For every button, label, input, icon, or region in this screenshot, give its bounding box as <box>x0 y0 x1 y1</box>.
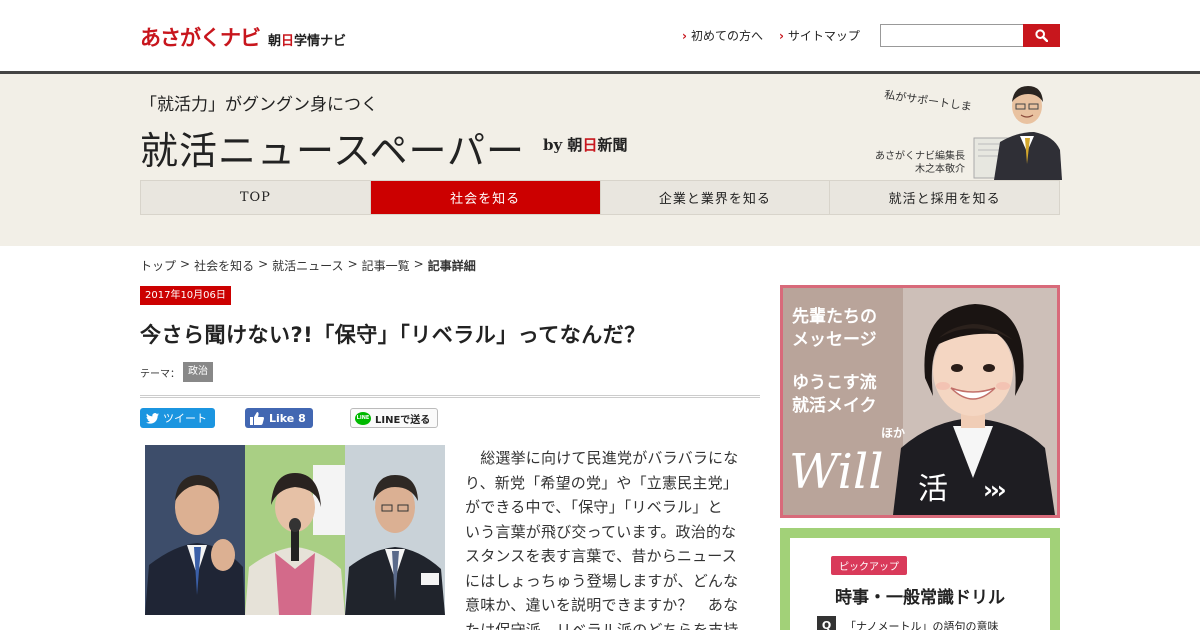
page-title[interactable]: 就活ニュースペーパー <box>140 120 525 175</box>
promo-arrows-icon: ››› <box>983 476 1007 504</box>
breadcrumb-society[interactable]: 社会を知る <box>194 257 254 274</box>
logo-main-text: あさがくナビ <box>140 26 261 50</box>
logo-sub-text: 朝日学情ナビ <box>268 34 347 49</box>
nav-job-hunting-recruiting[interactable]: 就活と採用を知る <box>830 181 1059 214</box>
link-sitemap[interactable]: › サイトマップ <box>779 27 860 44</box>
header-tagline: 「就活力」がグングン身につく <box>140 95 378 115</box>
promo-banner-will-katsu[interactable]: 先輩たちの メッセージ ゆうこす流 就活メイク ほか Will 活 ››› <box>780 285 1060 518</box>
torn-paper-edge <box>0 234 1200 244</box>
search-box <box>880 24 1060 47</box>
pickup-label: ピックアップ <box>831 556 907 575</box>
theme-tag[interactable]: 政治 <box>183 362 213 382</box>
question-mark-icon: Q <box>817 616 836 630</box>
top-bar: あさがくナビ 朝日学情ナビ › 初めての方へ › サイトマップ <box>0 0 1200 72</box>
site-logo[interactable]: あさがくナビ 朝日学情ナビ <box>140 22 346 52</box>
article-body-line: 意味か、違いを説明できますか？ あな <box>465 596 739 614</box>
promo-will-logo: Will <box>789 444 884 500</box>
promo-line-3: ゆうこす流 <box>792 373 877 393</box>
search-icon <box>1035 29 1048 42</box>
byline: by 朝日新聞 <box>543 136 628 154</box>
global-nav: TOP 社会を知る 企業と業界を知る 就活と採用を知る <box>140 180 1060 215</box>
editor-photo <box>972 80 1062 180</box>
article-body-line: にはしょっちゅう登場しますが、どんな <box>465 571 739 590</box>
utility-links: › 初めての方へ › サイトマップ <box>682 27 860 44</box>
theme-label: テーマ： <box>140 368 180 380</box>
article-divider <box>140 395 760 398</box>
search-button[interactable] <box>1023 24 1060 47</box>
breadcrumb-separator: > <box>413 257 424 271</box>
article-body-line: 総選挙に向けて民進党がバラバラにな <box>465 449 739 467</box>
promo-katsu-logo: 活 <box>918 472 948 507</box>
twitter-bird-icon <box>146 412 159 424</box>
article-body: 総選挙に向けて民進党がバラバラにな り、新党「希望の党」や「立憲民主党」 ができ… <box>465 446 760 630</box>
current-affairs-drill: ピックアップ 時事・一般常識ドリル Q 「ナノメートル」の語句の意味 <box>780 528 1060 630</box>
drill-question-link[interactable]: 「ナノメートル」の語句の意味 <box>845 618 998 630</box>
breadcrumb-separator: > <box>347 257 358 271</box>
breadcrumb-current: 記事詳細 <box>427 259 476 273</box>
link-first-time[interactable]: › 初めての方へ <box>682 27 763 44</box>
nav-top[interactable]: TOP <box>141 181 371 214</box>
breadcrumb-separator: > <box>258 257 269 271</box>
editor-block: 私がサポートします！ あさがくナビ編集長 木之本敬介 <box>862 80 1062 180</box>
article-headline: 今さら聞けない?!「保守」「リベラル」ってなんだ？ <box>140 323 646 347</box>
article-body-line: たは保守派、リベラル派のどちらを支持 <box>465 620 739 630</box>
nav-society[interactable]: 社会を知る <box>370 181 601 214</box>
breadcrumb-top[interactable]: トップ <box>140 257 176 274</box>
tweet-button[interactable]: ツイート <box>140 408 215 428</box>
article-body-line: ができる中で、「保守」「リベラル」と <box>465 498 723 516</box>
promo-line-4: 就活メイク <box>792 396 877 416</box>
nav-companies-industries[interactable]: 企業と業界を知る <box>601 181 831 214</box>
drill-card: ピックアップ 時事・一般常識ドリル Q 「ナノメートル」の語句の意味 <box>790 538 1050 630</box>
promo-hoka: ほか <box>881 426 906 440</box>
chevron-right-icon: › <box>778 28 784 43</box>
breadcrumb-separator: > <box>180 257 191 271</box>
chevron-right-icon: › <box>682 28 687 43</box>
breadcrumb-news[interactable]: 就活ニュース <box>272 257 343 274</box>
article-body-line: いう言葉が飛び交っています。政治的な <box>465 522 737 541</box>
article-body-line: スタンスを表す言葉で、昔からニュース <box>465 547 737 565</box>
line-logo-icon: LINE <box>355 411 371 425</box>
date-badge: 2017年10月06日 <box>140 286 231 305</box>
share-buttons: ツイート Like 8 LINE LINEで送る <box>140 408 438 428</box>
theme-row: テーマ： 政治 <box>140 362 213 382</box>
search-input[interactable] <box>880 24 1023 47</box>
line-share-button[interactable]: LINE LINEで送る <box>350 408 438 428</box>
drill-title[interactable]: 時事・一般常識ドリル <box>790 583 1050 608</box>
editor-caption: あさがくナビ編集長 木之本敬介 <box>875 151 965 175</box>
promo-line-2: メッセージ <box>792 330 877 350</box>
breadcrumb-article-list[interactable]: 記事一覧 <box>362 257 410 274</box>
facebook-like-button[interactable]: Like 8 <box>245 408 313 428</box>
breadcrumb: トップ > 社会を知る > 就活ニュース > 記事一覧 > 記事詳細 <box>140 257 476 274</box>
thumbs-up-icon <box>250 411 264 425</box>
promo-line-1: 先輩たちの <box>792 307 877 327</box>
article-body-line: り、新党「希望の党」や「立憲民主党」 <box>465 473 739 492</box>
article-photo-politicians <box>145 445 445 615</box>
